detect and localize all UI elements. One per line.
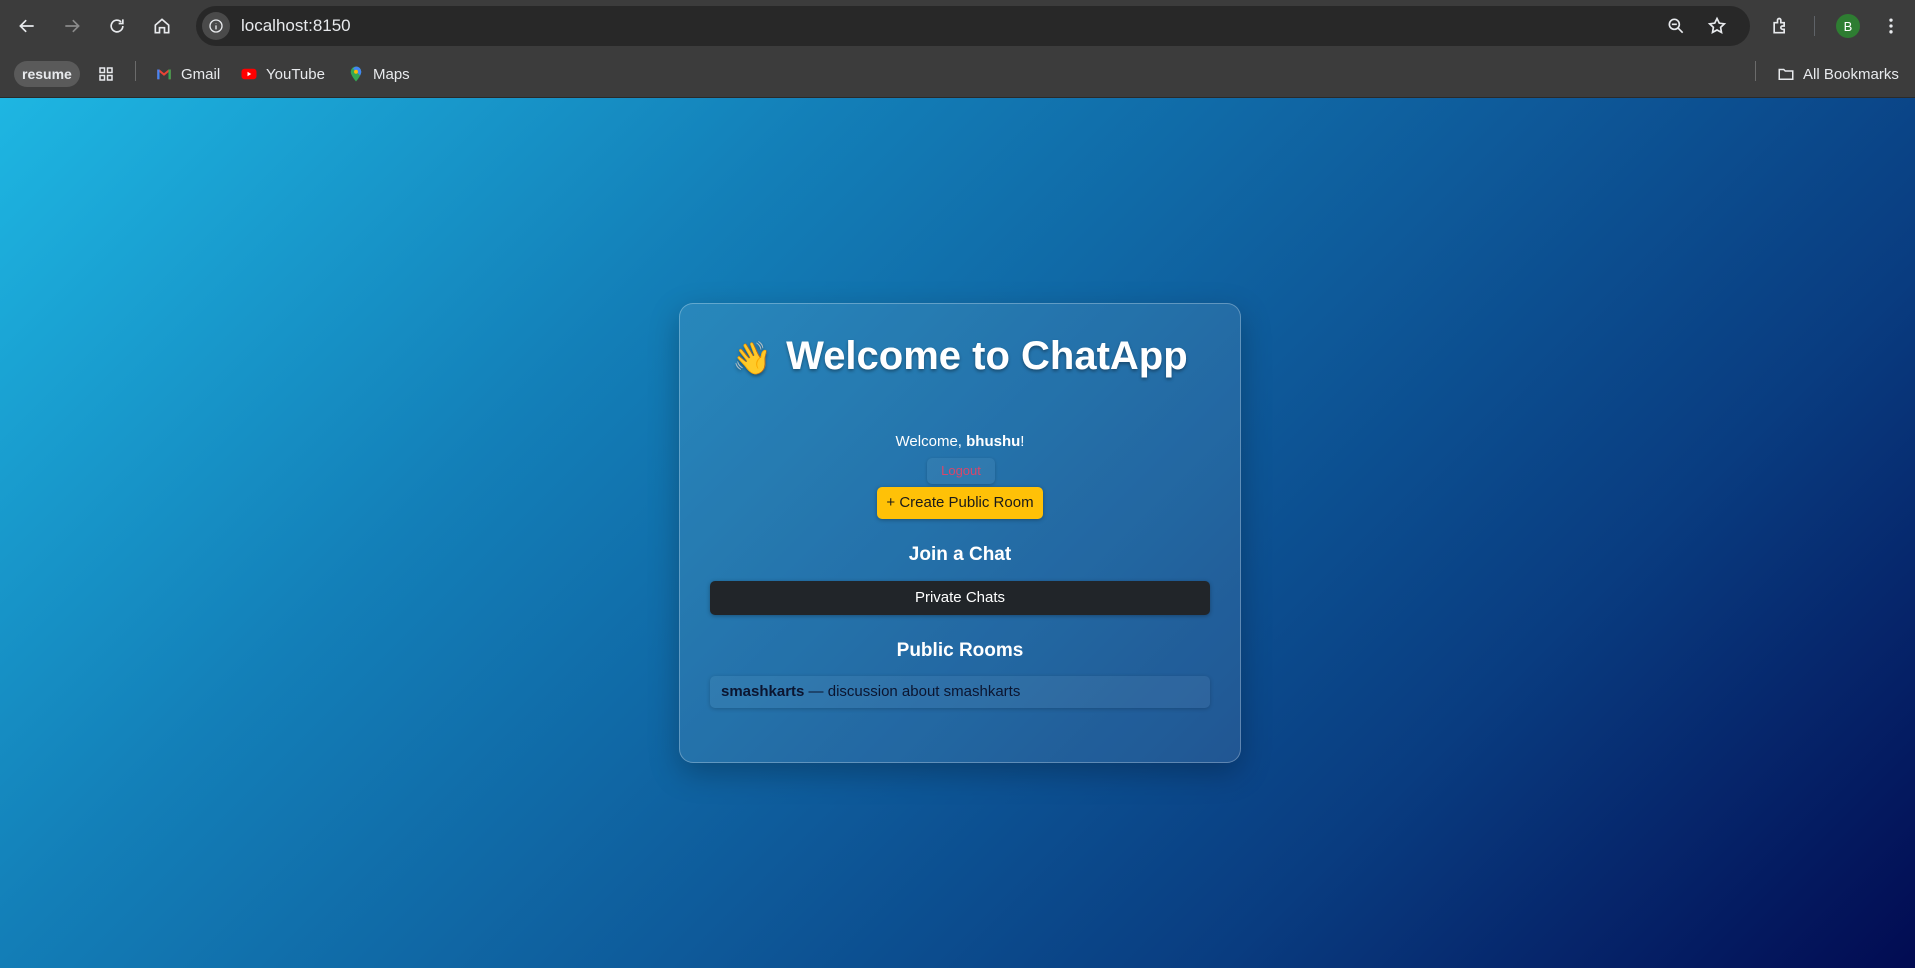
site-info-icon[interactable] — [202, 12, 230, 40]
bookmark-star-icon[interactable] — [1705, 14, 1729, 38]
create-public-room-button[interactable]: + Create Public Room — [877, 487, 1043, 519]
wave-emoji-icon: 👋 — [732, 340, 773, 376]
forward-icon[interactable] — [58, 12, 86, 40]
bookmark-maps-label: Maps — [373, 65, 410, 83]
menu-kebab-icon[interactable] — [1877, 12, 1905, 40]
profile-avatar[interactable]: B — [1836, 14, 1860, 38]
bookmark-gmail[interactable]: Gmail — [149, 61, 226, 87]
extensions-icon[interactable] — [1766, 12, 1794, 40]
bookmark-resume-label: resume — [22, 66, 72, 82]
bookmark-resume[interactable]: resume — [14, 61, 80, 87]
welcome-prefix: Welcome, — [895, 433, 967, 450]
room-description: discussion about smashkarts — [827, 683, 1021, 700]
bookmark-gmail-label: Gmail — [181, 65, 221, 83]
maps-icon — [350, 66, 362, 82]
gmail-icon — [157, 69, 171, 80]
page-title-text: Welcome to ChatApp — [786, 334, 1188, 378]
url-text[interactable]: localhost:8150 — [241, 16, 351, 36]
all-bookmarks-label: All Bookmarks — [1803, 65, 1899, 83]
toolbar-divider — [1814, 16, 1815, 36]
bookmarks-bar: resume Gmail YouTube Maps All Bookmarks — [0, 52, 1915, 98]
bookmark-youtube-label: YouTube — [266, 65, 325, 83]
bookmarks-divider — [135, 61, 136, 81]
bookmarks-divider — [1755, 61, 1756, 81]
room-separator: — — [804, 683, 828, 700]
welcome-message: Welcome, bhushu! — [680, 433, 1240, 450]
address-bar[interactable]: localhost:8150 — [196, 6, 1750, 46]
bookmark-maps[interactable]: Maps — [341, 61, 416, 87]
browser-toolbar: localhost:8150 B — [0, 0, 1915, 52]
username: bhushu — [966, 433, 1021, 450]
reload-icon[interactable] — [103, 12, 131, 40]
zoom-icon[interactable] — [1664, 14, 1688, 38]
bookmark-youtube[interactable]: YouTube — [234, 61, 331, 87]
page-title: 👋 Welcome to ChatApp — [680, 334, 1240, 379]
back-icon[interactable] — [13, 12, 41, 40]
public-rooms-heading: Public Rooms — [896, 640, 1024, 661]
room-name: smashkarts — [721, 683, 805, 700]
folder-icon — [1778, 68, 1794, 80]
apps-grid-icon[interactable] — [91, 61, 121, 87]
logout-button[interactable]: Logout — [927, 458, 995, 484]
join-chat-heading: Join a Chat — [908, 544, 1012, 565]
all-bookmarks[interactable]: All Bookmarks — [1771, 61, 1905, 87]
welcome-suffix: ! — [1020, 433, 1025, 450]
youtube-icon — [241, 68, 257, 80]
page-background: 👋 Welcome to ChatApp Welcome, bhushu! Log… — [0, 98, 1915, 968]
home-icon[interactable] — [148, 12, 176, 40]
public-room-item[interactable]: smashkarts — discussion about smashkarts — [710, 676, 1210, 708]
private-chats-button[interactable]: Private Chats — [710, 581, 1210, 615]
welcome-card: 👋 Welcome to ChatApp Welcome, bhushu! Log… — [679, 303, 1241, 763]
